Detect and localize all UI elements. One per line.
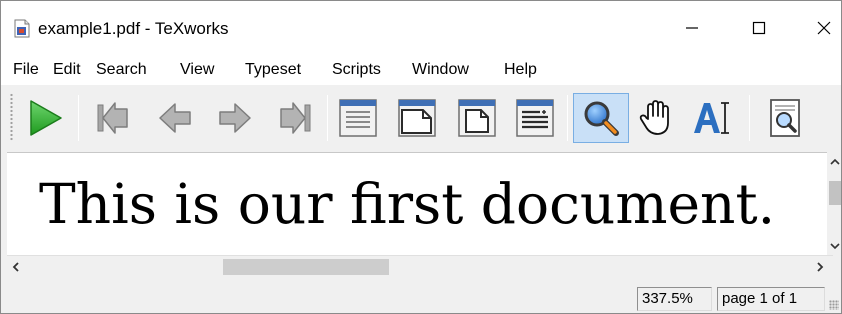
- zoom-level[interactable]: 337.5%: [637, 287, 712, 311]
- chevron-right-icon: [817, 262, 824, 272]
- next-page-icon: [219, 103, 251, 133]
- scroll-left-button[interactable]: [7, 256, 25, 278]
- magnify-tool-button[interactable]: [573, 93, 629, 143]
- pdf-document-view[interactable]: This is our first document.: [7, 152, 833, 256]
- toolbar-separator: [327, 95, 328, 141]
- actual-size-button[interactable]: [334, 93, 382, 143]
- vertical-scrollbar[interactable]: [827, 152, 841, 256]
- texworks-pdf-window: example1.pdf - TeXworks File Edit Search…: [0, 0, 842, 314]
- select-text-icon: [694, 102, 729, 134]
- fit-content-width-button[interactable]: [511, 93, 559, 143]
- toolbar: [1, 85, 841, 151]
- close-icon: [817, 21, 831, 35]
- minimize-button[interactable]: [669, 10, 715, 46]
- menu-typeset[interactable]: Typeset: [245, 60, 301, 80]
- find-in-pdf-button[interactable]: [761, 93, 809, 143]
- pdf-document-icon: [14, 19, 30, 38]
- scroll-down-button[interactable]: [827, 238, 841, 254]
- fit-width-button[interactable]: [393, 93, 441, 143]
- menu-file[interactable]: File: [13, 60, 39, 80]
- select-text-tool-button[interactable]: [689, 93, 737, 143]
- menu-edit[interactable]: Edit: [53, 60, 81, 80]
- scroll-up-button[interactable]: [827, 154, 841, 170]
- chevron-left-icon: [12, 262, 19, 272]
- last-page-icon: [280, 102, 311, 134]
- find-in-pdf-icon: [770, 99, 800, 137]
- fit-width-icon: [398, 99, 436, 137]
- maximize-button[interactable]: [736, 10, 782, 46]
- typeset-play-icon: [30, 100, 62, 136]
- fit-window-button[interactable]: [453, 93, 501, 143]
- first-page-icon: [97, 102, 128, 134]
- minimize-icon: [686, 27, 698, 29]
- title-bar[interactable]: example1.pdf - TeXworks: [1, 1, 841, 53]
- actual-size-icon: [339, 99, 377, 137]
- status-bar: 337.5% page 1 of 1: [1, 278, 841, 313]
- toolbar-separator: [567, 95, 568, 141]
- menu-window[interactable]: Window: [412, 60, 469, 80]
- previous-page-icon: [159, 103, 191, 133]
- fit-window-icon: [458, 99, 496, 137]
- close-button[interactable]: [801, 10, 841, 46]
- menu-view[interactable]: View: [180, 60, 214, 80]
- chevron-down-icon: [830, 243, 840, 250]
- fit-content-width-icon: [516, 99, 554, 137]
- maximize-icon: [752, 21, 766, 35]
- first-page-button[interactable]: [89, 93, 137, 143]
- chevron-up-icon: [830, 158, 840, 165]
- scroll-hand-icon: [639, 100, 669, 135]
- menu-bar: File Edit Search View Typeset Scripts Wi…: [1, 53, 841, 85]
- menu-scripts[interactable]: Scripts: [332, 60, 381, 80]
- menu-help[interactable]: Help: [504, 60, 537, 80]
- document-text: This is our first document.: [39, 172, 776, 236]
- next-page-button[interactable]: [211, 93, 259, 143]
- previous-page-button[interactable]: [151, 93, 199, 143]
- window-title: example1.pdf - TeXworks: [38, 19, 229, 38]
- last-page-button[interactable]: [271, 93, 319, 143]
- toolbar-grip[interactable]: [9, 93, 14, 141]
- horizontal-scroll-thumb[interactable]: [223, 259, 389, 275]
- menu-search[interactable]: Search: [96, 60, 147, 80]
- toolbar-separator: [78, 95, 79, 141]
- scroll-hand-tool-button[interactable]: [633, 93, 681, 143]
- page-indicator[interactable]: page 1 of 1: [717, 287, 825, 311]
- typeset-button[interactable]: [21, 93, 69, 143]
- toolbar-separator: [749, 95, 750, 141]
- scroll-right-button[interactable]: [811, 256, 829, 278]
- magnify-icon: [584, 101, 619, 136]
- resize-grip[interactable]: [829, 300, 839, 310]
- vertical-scroll-thumb[interactable]: [829, 181, 841, 205]
- horizontal-scrollbar[interactable]: [7, 255, 833, 277]
